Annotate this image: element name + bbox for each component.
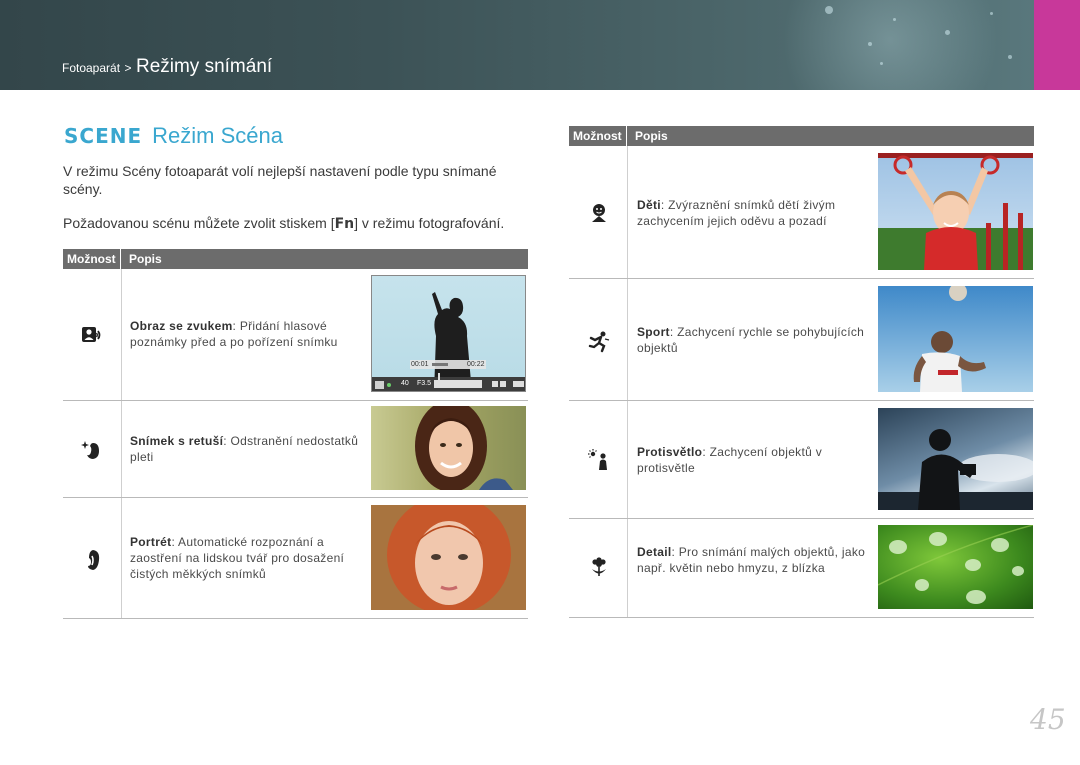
mode-name: Děti	[637, 198, 661, 212]
row-divider	[63, 618, 528, 619]
mode-text: : Zvýraznění snímků dětí živým zachycení…	[637, 198, 836, 228]
page-title-text: Režim Scéna	[152, 123, 283, 148]
voice-memo-icon	[80, 323, 104, 347]
breadcrumb-separator: >	[124, 61, 132, 75]
portrait-photo	[371, 505, 526, 610]
voice-memo-lcd-preview: 00:01 00:22 40 F3.5	[371, 275, 526, 392]
header-bubble	[825, 6, 833, 14]
backlight-icon	[587, 448, 611, 472]
header-bubble	[893, 18, 896, 21]
row-description: Detail: Pro snímání malých objektů, jako…	[637, 544, 872, 576]
header-bubble	[1008, 55, 1012, 59]
page-header: Fotoaparát > Režimy snímání	[0, 0, 1080, 90]
mode-text: : Pro snímání malých objektů, jako např.…	[637, 545, 866, 575]
silhouette-figure	[372, 292, 525, 391]
column-divider	[627, 146, 628, 618]
row-description: Sport: Zachycení rychle se pohybujících …	[637, 324, 872, 356]
breadcrumb-parent[interactable]: Fotoaparát	[62, 61, 120, 75]
row-description: Děti: Zvýraznění snímků dětí živým zachy…	[637, 197, 872, 229]
page-number: 45	[1030, 703, 1066, 736]
mode-name: Detail	[637, 545, 672, 559]
row-divider	[569, 278, 1034, 279]
mode-name: Snímek s retuší	[130, 434, 224, 448]
chapter-tab[interactable]	[1034, 0, 1080, 90]
mode-name: Protisvětlo	[637, 445, 703, 459]
aperture-value: F3.5	[417, 380, 432, 387]
left-table-header: Možnost Popis	[63, 249, 528, 269]
intro-paragraph-2: Požadovanou scénu můžete zvolit stiskem …	[63, 214, 533, 233]
portrait-icon	[81, 548, 105, 572]
header-bubble	[868, 42, 872, 46]
row-divider	[63, 400, 528, 401]
intro-text-before: Požadovanou scénu můžete zvolit stiskem …	[63, 215, 335, 231]
mode-name: Portrét	[130, 535, 172, 549]
column-divider	[121, 269, 122, 619]
beauty-shot-icon	[81, 438, 105, 462]
sports-photo	[878, 286, 1033, 392]
header-option: Možnost	[569, 126, 627, 146]
row-divider	[63, 497, 528, 498]
mode-name: Obraz se zvukem	[130, 319, 233, 333]
row-divider	[569, 617, 1034, 618]
shutter-speed: 40	[401, 380, 409, 387]
header-description: Popis	[129, 252, 162, 266]
row-description: Protisvětlo: Zachycení objektů v protisv…	[637, 444, 872, 476]
header-bubble	[880, 62, 883, 65]
sports-icon	[587, 330, 611, 354]
macro-photo	[878, 525, 1033, 609]
beauty-shot-photo	[371, 406, 526, 490]
header-description: Popis	[635, 129, 668, 143]
children-photo	[878, 153, 1033, 270]
macro-flower-icon	[587, 556, 611, 580]
row-divider	[569, 400, 1034, 401]
intro-paragraph-1: V režimu Scény fotoaparát volí nejlepší …	[63, 163, 497, 197]
row-description: Snímek s retuší: Odstranění nedostatků p…	[130, 433, 360, 465]
right-table-header: Možnost Popis	[569, 126, 1034, 146]
children-icon	[587, 201, 611, 225]
header-glow	[760, 0, 1020, 90]
backlight-photo	[878, 408, 1033, 510]
header-option: Možnost	[63, 249, 121, 269]
row-divider	[569, 518, 1034, 519]
mode-text: : Zachycení rychle se pohybujících objek…	[637, 325, 865, 355]
row-description: Obraz se zvukem: Přidání hlasové poznámk…	[130, 318, 360, 350]
header-bubble	[990, 12, 993, 15]
header-bubble	[945, 30, 950, 35]
page-title: SCENE Režim Scéna	[64, 123, 283, 149]
recording-time-end: 00:22	[467, 361, 485, 368]
breadcrumb-current: Režimy snímání	[135, 56, 273, 77]
fn-key-label: Fn	[334, 216, 355, 232]
row-description: Portrét: Automatické rozpoznání a zaostř…	[130, 534, 360, 582]
breadcrumb: Fotoaparát > Režimy snímání	[62, 56, 272, 78]
recording-time-start: 00:01	[411, 361, 429, 368]
intro-text-after: ] v režimu fotografování.	[354, 215, 505, 231]
scene-mode-label: SCENE	[64, 124, 143, 148]
mode-name: Sport	[637, 325, 670, 339]
